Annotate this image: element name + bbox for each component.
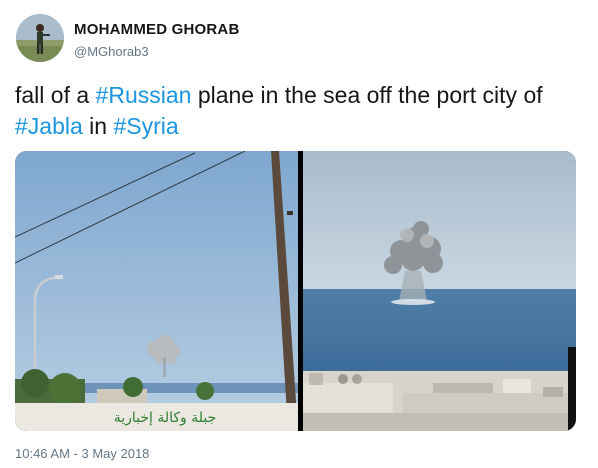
tweet-timestamp[interactable]: 10:46 AM - 3 May 2018 — [15, 446, 149, 461]
author-handle[interactable]: @MGhorab3 — [74, 44, 149, 59]
tweet-photo-right[interactable] — [303, 151, 576, 431]
explosion-smoke-photo: جبلة وكالة إخبارية — [15, 151, 298, 431]
sign-text: جبلة وكالة إخبارية — [114, 410, 217, 426]
tweet-text-part: fall of a — [15, 82, 96, 108]
tweet-text: fall of a #Russian plane in the sea off … — [15, 80, 585, 142]
tweet-text-part: plane in the sea off the port city of — [191, 82, 543, 108]
profile-photo-icon — [16, 14, 64, 62]
tweet-text-part: in — [82, 113, 114, 139]
author-name[interactable]: MOHAMMED GHORAB — [74, 21, 240, 38]
media-grid: جبلة وكالة إخبارية — [15, 151, 576, 431]
tweet-photo-left[interactable]: جبلة وكالة إخبارية — [15, 151, 298, 431]
hashtag-link[interactable]: #Russian — [96, 82, 192, 108]
avatar[interactable] — [16, 14, 64, 62]
explosion-over-sea-photo — [303, 151, 576, 431]
tweet-card: MOHAMMED GHORAB @MGhorab3 fall of a #Rus… — [0, 0, 598, 468]
hashtag-link[interactable]: #Jabla — [15, 113, 83, 139]
hashtag-link[interactable]: #Syria — [113, 113, 178, 139]
